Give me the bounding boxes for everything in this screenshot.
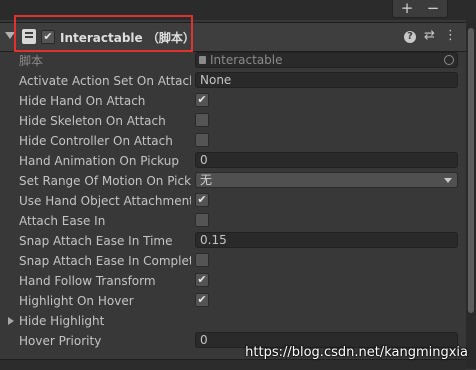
hand-follow-checkbox[interactable]: ✔ <box>195 273 209 287</box>
property-row-highlight-hover: Highlight On Hover ✔ <box>0 291 466 311</box>
dropdown-value: 无 <box>200 173 213 187</box>
property-row-hide-hand: Hide Hand On Attach ✔ <box>0 91 466 111</box>
hide-controller-checkbox[interactable] <box>195 133 209 147</box>
preset-icon[interactable]: ⇄ <box>424 29 435 43</box>
remove-button[interactable]: − <box>421 0 445 17</box>
add-button[interactable]: + <box>395 0 419 17</box>
property-row-snap-ease-completed: Snap Attach Ease In Completed <box>0 251 466 271</box>
property-row-range-of-motion: Set Range Of Motion On Pickup 无 <box>0 171 466 191</box>
property-label: Hand Animation On Pickup <box>19 154 179 168</box>
property-label: Hide Controller On Attach <box>19 134 173 148</box>
hand-object-attachment-checkbox[interactable]: ✔ <box>195 193 209 207</box>
bottom-strip <box>0 359 466 370</box>
field-value: Interactable <box>210 53 283 67</box>
property-row-hide-highlight[interactable]: Hide Highlight <box>0 311 466 331</box>
hide-skeleton-checkbox[interactable] <box>195 113 209 127</box>
scrollbar-thumb[interactable] <box>468 28 474 313</box>
snap-ease-completed-checkbox[interactable] <box>195 253 209 267</box>
activate-action-set-field[interactable]: None <box>195 72 458 88</box>
property-label: Hide Skeleton On Attach <box>19 114 166 128</box>
hide-hand-checkbox[interactable]: ✔ <box>195 93 209 107</box>
highlight-hover-checkbox[interactable]: ✔ <box>195 293 209 307</box>
property-label: Highlight On Hover <box>19 294 134 308</box>
vertical-scrollbar[interactable] <box>466 20 476 369</box>
property-label: Hide Hand On Attach <box>19 94 146 108</box>
property-row-snap-ease-time: Snap Attach Ease In Time 0.15 <box>0 231 466 251</box>
property-row-attach-ease-in: Attach Ease In <box>0 211 466 231</box>
property-row-hand-object-attachment: Use Hand Object Attachment Point ✔ <box>0 191 466 211</box>
property-label: Snap Attach Ease In Completed <box>19 254 191 268</box>
property-row-script: 脚本 Interactable <box>0 51 466 71</box>
more-icon[interactable]: ⋮ <box>444 29 457 43</box>
property-label: Use Hand Object Attachment Point <box>19 194 191 208</box>
property-row-hide-controller: Hide Controller On Attach <box>0 131 466 151</box>
property-label: 脚本 <box>19 54 44 68</box>
add-remove-box: + − <box>392 0 448 18</box>
script-file-icon <box>199 56 206 64</box>
hand-animation-input[interactable]: 0 <box>195 152 458 168</box>
range-of-motion-dropdown[interactable]: 无 <box>195 172 458 188</box>
property-row-hand-animation: Hand Animation On Pickup 0 <box>0 151 466 171</box>
property-label: Hand Follow Transform <box>19 274 156 288</box>
property-label: Hover Priority <box>19 334 102 348</box>
snap-ease-time-input[interactable]: 0.15 <box>195 232 458 248</box>
highlight-annotation-box <box>14 15 193 52</box>
help-icon[interactable]: ? <box>404 31 416 43</box>
field-value: None <box>200 73 232 87</box>
watermark: https://blog.csdn.net/kangmingxia <box>245 345 468 360</box>
chevron-down-icon <box>444 178 452 183</box>
property-row-activate-action-set: Activate Action Set On Attach None <box>0 71 466 91</box>
object-picker-icon <box>444 55 454 65</box>
property-label: Snap Attach Ease In Time <box>19 234 173 248</box>
property-row-hide-skeleton: Hide Skeleton On Attach <box>0 111 466 131</box>
property-label: Set Range Of Motion On Pickup <box>19 174 191 188</box>
attach-ease-in-checkbox[interactable] <box>195 213 209 227</box>
property-list: 脚本 Interactable Activate Action Set On A… <box>0 51 466 351</box>
property-row-hand-follow: Hand Follow Transform ✔ <box>0 271 466 291</box>
property-label: Hide Highlight <box>19 314 105 328</box>
property-label: Activate Action Set On Attach <box>19 74 191 88</box>
script-object-field: Interactable <box>195 52 458 68</box>
chevron-right-icon[interactable] <box>8 317 14 325</box>
property-label: Attach Ease In <box>19 214 106 228</box>
